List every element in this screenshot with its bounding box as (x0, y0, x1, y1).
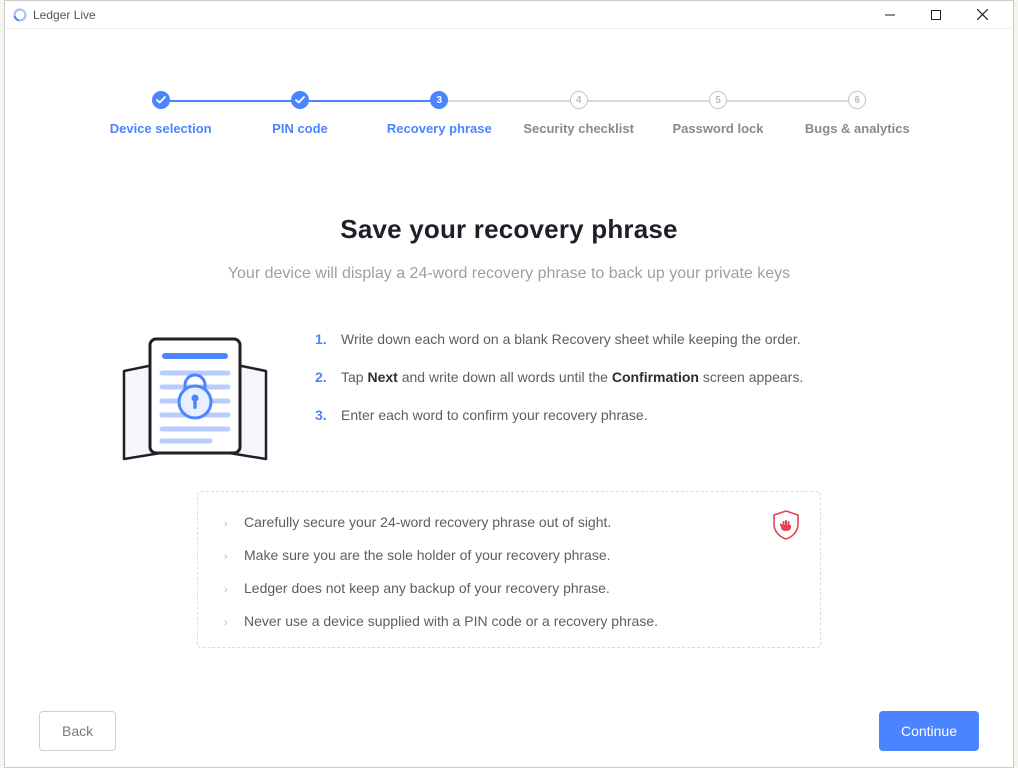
window-title: Ledger Live (33, 8, 867, 22)
instruction-text: Enter each word to confirm your recovery… (341, 407, 648, 423)
app-logo-icon (13, 8, 27, 22)
instruction-text: Write down each word on a blank Recovery… (341, 331, 801, 347)
instruction-item: Enter each word to confirm your recovery… (315, 407, 803, 423)
step-circle-done (291, 91, 309, 109)
chevron-right-icon: › (224, 551, 244, 563)
step-circle-done (152, 91, 170, 109)
app-window: Ledger Live Device selection PIN code (4, 0, 1014, 768)
step-circle-current: 3 (430, 91, 448, 109)
step-connector (161, 100, 300, 102)
chevron-right-icon: › (224, 584, 244, 596)
window-controls (867, 1, 1005, 29)
step-password-lock: 5 Password lock (648, 91, 787, 136)
check-icon (295, 96, 305, 104)
step-label: Recovery phrase (387, 121, 492, 136)
step-recovery-phrase: 3 Recovery phrase (370, 91, 509, 136)
step-label: Password lock (672, 121, 763, 136)
main-panel: Save your recovery phrase Your device wi… (5, 136, 1013, 648)
step-label: PIN code (272, 121, 328, 136)
onboarding-stepper: Device selection PIN code 3 Recovery phr… (5, 29, 1013, 136)
warning-item: ›Make sure you are the sole holder of yo… (224, 547, 794, 563)
security-warnings-box: ›Carefully secure your 24-word recovery … (197, 491, 821, 648)
step-bugs-analytics: 6 Bugs & analytics (788, 91, 927, 136)
step-connector (579, 100, 718, 102)
instruction-item: Tap Next and write down all words until … (315, 369, 803, 385)
step-connector (300, 100, 439, 102)
warning-item: ›Ledger does not keep any backup of your… (224, 580, 794, 596)
instruction-item: Write down each word on a blank Recovery… (315, 331, 803, 347)
content-area: Device selection PIN code 3 Recovery phr… (5, 29, 1013, 767)
warning-item: ›Carefully secure your 24-word recovery … (224, 514, 794, 530)
maximize-button[interactable] (913, 1, 959, 29)
warning-item: ›Never use a device supplied with a PIN … (224, 613, 794, 629)
instructions-section: Write down each word on a blank Recovery… (105, 331, 913, 461)
step-circle-pending: 4 (570, 91, 588, 109)
step-label: Device selection (110, 121, 212, 136)
minimize-button[interactable] (867, 1, 913, 29)
step-connector (439, 100, 578, 102)
step-circle-pending: 5 (709, 91, 727, 109)
step-device-selection: Device selection (91, 91, 230, 136)
step-label: Security checklist (523, 121, 634, 136)
chevron-right-icon: › (224, 617, 244, 629)
shield-hand-icon (772, 510, 800, 540)
step-connector (718, 100, 857, 102)
recovery-sheet-illustration-icon (105, 331, 285, 461)
instruction-list: Write down each word on a blank Recovery… (315, 331, 803, 445)
footer-bar: Back Continue (5, 695, 1013, 767)
page-title: Save your recovery phrase (105, 214, 913, 245)
step-pin-code: PIN code (230, 91, 369, 136)
step-circle-pending: 6 (848, 91, 866, 109)
check-icon (156, 96, 166, 104)
continue-button[interactable]: Continue (879, 711, 979, 751)
titlebar: Ledger Live (5, 1, 1013, 29)
close-button[interactable] (959, 1, 1005, 29)
back-button[interactable]: Back (39, 711, 116, 751)
warning-list: ›Carefully secure your 24-word recovery … (224, 514, 794, 629)
page-subtitle: Your device will display a 24-word recov… (105, 265, 913, 283)
chevron-right-icon: › (224, 518, 244, 530)
step-security-checklist: 4 Security checklist (509, 91, 648, 136)
step-label: Bugs & analytics (805, 121, 910, 136)
